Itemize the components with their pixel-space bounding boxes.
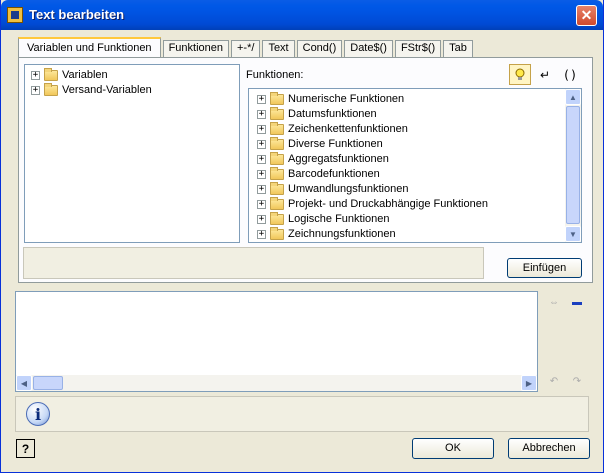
tree-item-zeichenketten[interactable]: + Zeichenkettenfunktionen: [257, 121, 408, 137]
folder-icon: [270, 166, 284, 180]
function-hint-area: [23, 247, 484, 279]
folder-icon: [270, 151, 284, 165]
undo-icon[interactable]: ↶: [545, 374, 563, 388]
app-icon: [7, 7, 23, 23]
help-button[interactable]: ?: [16, 439, 35, 458]
folder-icon: [44, 67, 58, 81]
tree-item-label: Aggregatsfunktionen: [288, 153, 389, 165]
tree-item-logische[interactable]: + Logische Funktionen: [257, 211, 390, 227]
expand-icon[interactable]: +: [31, 85, 40, 95]
folder-icon: [270, 181, 284, 195]
tree-item-label: Numerische Funktionen: [288, 93, 405, 105]
tree-item-label: Barcodefunktionen: [288, 168, 380, 180]
tree-item-label: Zeichenkettenfunktionen: [288, 123, 408, 135]
expand-icon[interactable]: +: [257, 169, 266, 179]
wrap-on-icon[interactable]: ▬: [568, 295, 586, 309]
info-icon: i: [26, 402, 50, 426]
expand-icon[interactable]: +: [257, 214, 266, 224]
tree-item-label: Projekt- und Druckabhängige Funktionen: [288, 198, 488, 210]
functions-tree[interactable]: + Numerische Funktionen + Datumsfunktionen…: [248, 88, 582, 243]
folder-icon: [270, 211, 284, 225]
tab-date[interactable]: Date$(): [344, 40, 393, 57]
return-icon[interactable]: ↵: [534, 64, 556, 85]
folder-icon: [270, 136, 284, 150]
expand-icon[interactable]: +: [257, 199, 266, 209]
hscroll-thumb[interactable]: [33, 376, 63, 390]
tab-variables-functions[interactable]: Variablen und Funktionen: [18, 37, 161, 57]
tree-item-umwandlung[interactable]: + Umwandlungsfunktionen: [257, 181, 408, 197]
scroll-thumb[interactable]: [566, 106, 580, 224]
scroll-right-button[interactable]: ▶: [521, 375, 537, 391]
tree-item-diverse[interactable]: + Diverse Funktionen: [257, 136, 383, 152]
folder-icon: [270, 91, 284, 105]
variables-tree[interactable]: + Variablen + Versand-Variablen: [24, 64, 240, 243]
parentheses-icon[interactable]: (): [559, 64, 581, 85]
tab-cond[interactable]: Cond(): [296, 40, 343, 57]
window-title: Text bearbeiten: [29, 7, 125, 22]
expand-icon[interactable]: +: [257, 94, 266, 104]
text-edit-dialog: Text bearbeiten ✕ Variablen und Funktion…: [0, 0, 604, 473]
tab-fstr[interactable]: FStr$(): [394, 40, 442, 57]
expand-icon[interactable]: +: [257, 184, 266, 194]
tree-item-label: Datumsfunktionen: [288, 108, 377, 120]
tree-item-zeichnung[interactable]: + Zeichnungsfunktionen: [257, 226, 396, 242]
functions-label: Funktionen:: [246, 69, 304, 81]
editor-hscrollbar[interactable]: ◀ ▶: [16, 375, 537, 391]
tab-bar: Variablen und Funktionen Funktionen +-*/…: [18, 37, 475, 57]
expand-icon[interactable]: +: [257, 124, 266, 134]
tree-item-label: Logische Funktionen: [288, 213, 390, 225]
tree-item-versand-variablen[interactable]: + Versand-Variablen: [31, 82, 152, 98]
tree-item-label: Zeichnungsfunktionen: [288, 228, 396, 240]
tree-item-label: Variablen: [62, 69, 108, 81]
expand-icon[interactable]: +: [257, 109, 266, 119]
close-button[interactable]: ✕: [576, 5, 597, 26]
wrap-off-icon[interactable]: ⇔: [545, 295, 563, 309]
ok-button[interactable]: OK: [412, 438, 494, 459]
cancel-button[interactable]: Abbrechen: [508, 438, 590, 459]
tree-item-label: Umwandlungsfunktionen: [288, 183, 409, 195]
insert-button[interactable]: Einfügen: [507, 258, 582, 278]
functions-scrollbar[interactable]: ▲ ▼: [565, 89, 581, 242]
tab-tab[interactable]: Tab: [443, 40, 473, 57]
tree-item-numerische[interactable]: + Numerische Funktionen: [257, 91, 404, 107]
folder-icon: [270, 121, 284, 135]
title-bar[interactable]: Text bearbeiten ✕: [1, 0, 603, 30]
tree-item-label: Versand-Variablen: [62, 84, 152, 96]
expand-icon[interactable]: +: [257, 154, 266, 164]
folder-icon: [270, 196, 284, 210]
lightbulb-icon[interactable]: [509, 64, 531, 85]
tree-item-barcode[interactable]: + Barcodefunktionen: [257, 166, 380, 182]
scroll-up-button[interactable]: ▲: [565, 89, 581, 105]
tree-item-projekt[interactable]: + Projekt- und Druckabhängige Funktionen: [257, 196, 488, 212]
expand-icon[interactable]: +: [31, 70, 40, 80]
tab-functions[interactable]: Funktionen: [162, 40, 229, 57]
close-icon: ✕: [580, 7, 593, 23]
tree-item-label: Diverse Funktionen: [288, 138, 383, 150]
scroll-left-button[interactable]: ◀: [16, 375, 32, 391]
expression-editor[interactable]: ◀ ▶: [15, 291, 538, 392]
tree-item-aggregat[interactable]: + Aggregatsfunktionen: [257, 151, 389, 167]
tree-item-variablen[interactable]: + Variablen: [31, 67, 108, 83]
folder-icon: [270, 106, 284, 120]
folder-icon: [270, 226, 284, 240]
tab-operators[interactable]: +-*/: [231, 40, 261, 57]
folder-icon: [44, 82, 58, 96]
expand-icon[interactable]: +: [257, 229, 266, 239]
scroll-down-button[interactable]: ▼: [565, 226, 581, 242]
tab-text[interactable]: Text: [262, 40, 295, 57]
info-area: i: [15, 396, 589, 432]
redo-icon[interactable]: ↷: [568, 374, 586, 388]
tree-item-datum[interactable]: + Datumsfunktionen: [257, 106, 377, 122]
expand-icon[interactable]: +: [257, 139, 266, 149]
